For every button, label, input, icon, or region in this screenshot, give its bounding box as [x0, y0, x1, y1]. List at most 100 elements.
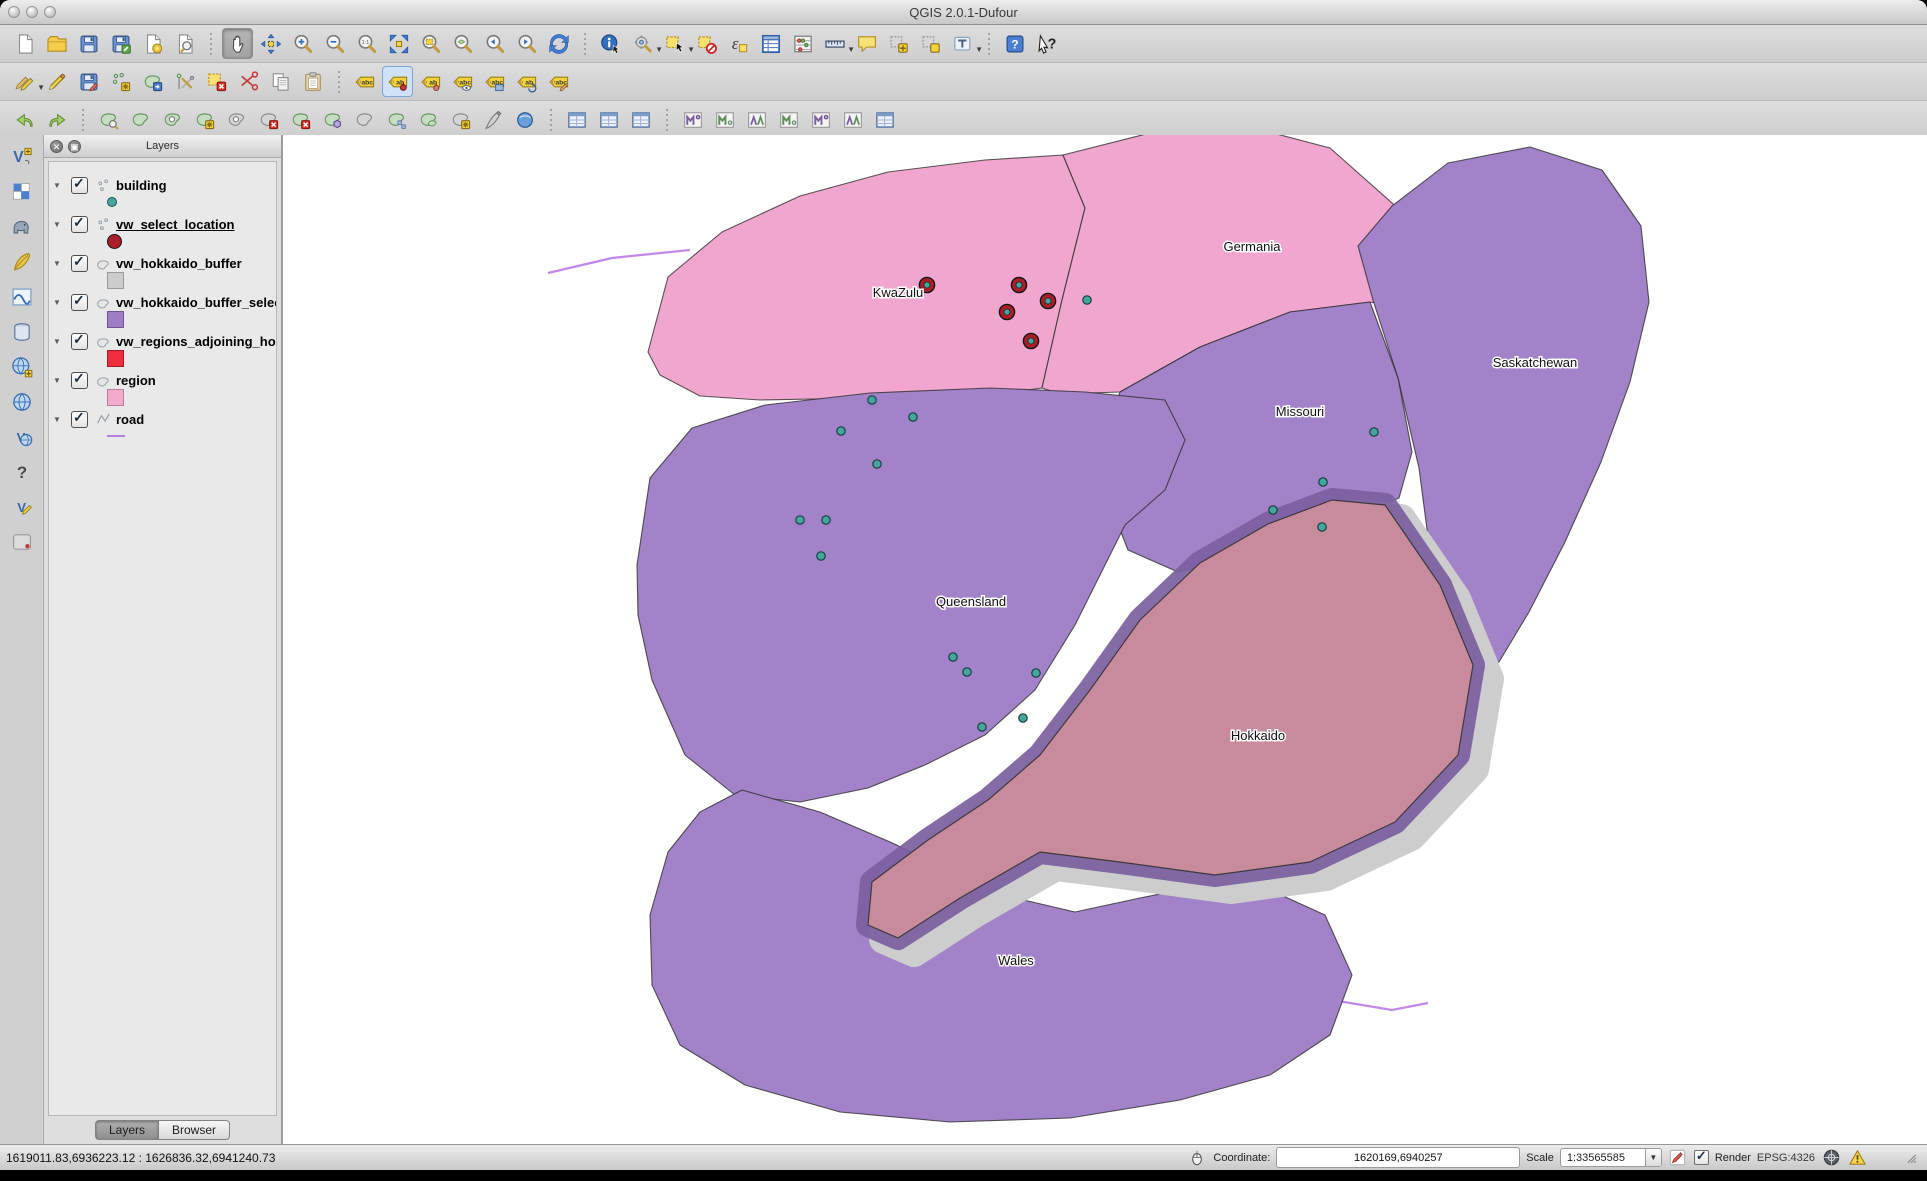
- add-wms-layer-button[interactable]: [7, 353, 37, 380]
- layer-label[interactable]: building: [116, 178, 167, 193]
- layer-label[interactable]: vw_regions_adjoining_hokkaido: [116, 334, 277, 349]
- polygon-tool-3-button[interactable]: [742, 105, 771, 134]
- layer-label[interactable]: region: [116, 373, 156, 388]
- text-annotation-button[interactable]: ▼: [948, 29, 977, 58]
- layer-item-region[interactable]: ▼region: [49, 370, 276, 390]
- delete-part-button[interactable]: [286, 105, 315, 134]
- zoom-to-layer-button[interactable]: [448, 29, 477, 58]
- redo-button[interactable]: [42, 105, 71, 134]
- tab-browser[interactable]: Browser: [158, 1120, 230, 1140]
- cut-features-button[interactable]: [234, 67, 263, 96]
- merge-features-button[interactable]: [446, 105, 475, 134]
- add-spatialite-layer-button[interactable]: [7, 248, 37, 275]
- layer-visibility-checkbox[interactable]: [71, 372, 88, 389]
- zoom-full-extent-button[interactable]: [384, 29, 413, 58]
- reshape-features-button[interactable]: [318, 105, 347, 134]
- offset-curve-button[interactable]: [350, 105, 379, 134]
- zoom-next-button[interactable]: [512, 29, 541, 58]
- layer-visibility-checkbox[interactable]: [71, 255, 88, 272]
- save-project-as-button[interactable]: [106, 29, 135, 58]
- add-feature-button[interactable]: [106, 67, 135, 96]
- coordinate-input[interactable]: [1276, 1147, 1520, 1168]
- add-wfs-layer-button[interactable]: V: [7, 423, 37, 450]
- expand-arrow-icon[interactable]: ▼: [49, 181, 65, 190]
- copy-features-button[interactable]: [266, 67, 295, 96]
- window-tool-2-button[interactable]: [594, 105, 623, 134]
- layer-label[interactable]: road: [116, 412, 144, 427]
- zoom-to-selection-button[interactable]: [416, 29, 445, 58]
- layer-visibility-checkbox[interactable]: [71, 294, 88, 311]
- statistical-summary-button[interactable]: [788, 29, 817, 58]
- move-feature-button[interactable]: [138, 67, 167, 96]
- add-part-button[interactable]: [190, 105, 219, 134]
- zoom-actual-size-button[interactable]: 1:1: [352, 29, 381, 58]
- refresh-map-button[interactable]: [544, 29, 573, 58]
- dock-tool-button[interactable]: [7, 528, 37, 555]
- save-layer-edits-button[interactable]: [74, 67, 103, 96]
- minimize-window-button[interactable]: [26, 6, 38, 18]
- map-canvas[interactable]: KwaZuluGermaniaMissouriSaskatchewanQueen…: [283, 135, 1927, 1144]
- layer-item-road[interactable]: ▼road: [49, 409, 276, 429]
- composer-manager-button[interactable]: [170, 29, 199, 58]
- titlebar[interactable]: QGIS 2.0.1-Dufour: [0, 0, 1927, 25]
- layer-item-vw_select_location[interactable]: ▼vw_select_location: [49, 214, 276, 234]
- new-project-button[interactable]: [10, 29, 39, 58]
- layer-item-vw_hokkaido_buffer[interactable]: ▼vw_hokkaido_buffer: [49, 253, 276, 273]
- panel-float-icon[interactable]: ▣: [68, 140, 81, 153]
- select-by-expression-button[interactable]: ε: [724, 29, 753, 58]
- expand-arrow-icon[interactable]: ▼: [49, 220, 65, 229]
- deselect-features-button[interactable]: [692, 29, 721, 58]
- add-wcs-layer-button[interactable]: [7, 388, 37, 415]
- polygon-tool-7-button[interactable]: [870, 105, 899, 134]
- coordinate-capture-button[interactable]: ?: [7, 458, 37, 485]
- add-vector-layer-button[interactable]: V: [7, 143, 37, 170]
- polygon-tool-5-button[interactable]: [806, 105, 835, 134]
- zoom-last-button[interactable]: [480, 29, 509, 58]
- split-features-button[interactable]: [382, 105, 411, 134]
- show-hide-labels-button[interactable]: abc: [448, 67, 477, 96]
- simplify-feature-button[interactable]: [126, 105, 155, 134]
- layer-visibility-checkbox[interactable]: [71, 411, 88, 428]
- add-postgis-layer-button[interactable]: [7, 213, 37, 240]
- layer-item-vw_regions_adjoining_hokkaido[interactable]: ▼ vw_regions_adjoining_hokkaido: [49, 331, 276, 351]
- pan-to-selection-button[interactable]: [256, 29, 285, 58]
- layer-visibility-checkbox[interactable]: [71, 333, 88, 350]
- map-tips-button[interactable]: [852, 29, 881, 58]
- mouse-position-icon[interactable]: [1187, 1148, 1207, 1168]
- scale-dropdown-icon[interactable]: ▼: [1645, 1149, 1661, 1166]
- polygon-tool-2-button[interactable]: [710, 105, 739, 134]
- panel-close-icon[interactable]: ✕: [50, 140, 63, 153]
- select-features-button[interactable]: ▼: [660, 29, 689, 58]
- polygon-tool-6-button[interactable]: [838, 105, 867, 134]
- rotate-point-symbols-button[interactable]: [510, 105, 539, 134]
- crs-status-icon[interactable]: [1821, 1148, 1841, 1168]
- add-oracle-layer-button[interactable]: [7, 318, 37, 345]
- layer-item-building[interactable]: ▼ building: [49, 175, 276, 195]
- window-tool-3-button[interactable]: [626, 105, 655, 134]
- new-bookmark-button[interactable]: [884, 29, 913, 58]
- rotate-feature-button[interactable]: [94, 105, 123, 134]
- current-edits-button[interactable]: ▼: [10, 67, 39, 96]
- polygon-tool-4-button[interactable]: [774, 105, 803, 134]
- add-ring-button[interactable]: [158, 105, 187, 134]
- expand-arrow-icon[interactable]: ▼: [49, 337, 65, 346]
- dropdown-arrow-icon[interactable]: ▼: [975, 45, 983, 54]
- move-label-button[interactable]: abc: [480, 67, 509, 96]
- layer-item-vw_hokkaido_buffer_select[interactable]: ▼vw_hokkaido_buffer_select: [49, 292, 276, 312]
- zoom-in-button[interactable]: [288, 29, 317, 58]
- pin-unpin-labels-button[interactable]: ab: [382, 66, 413, 97]
- tab-layers[interactable]: Layers: [95, 1120, 158, 1140]
- measure-button[interactable]: ▼: [820, 29, 849, 58]
- labeling-button[interactable]: abc: [350, 67, 379, 96]
- new-print-composer-button[interactable]: [138, 29, 167, 58]
- stop-render-icon[interactable]: [1668, 1148, 1688, 1168]
- highlight-pinned-labels-button[interactable]: ab: [416, 67, 445, 96]
- layer-visibility-checkbox[interactable]: [71, 216, 88, 233]
- render-checkbox[interactable]: [1694, 1150, 1709, 1165]
- help-contents-button[interactable]: ?: [1000, 29, 1029, 58]
- layer-label[interactable]: vw_hokkaido_buffer_select: [116, 295, 277, 310]
- node-tool-button[interactable]: [170, 67, 199, 96]
- resize-grip[interactable]: [1901, 1148, 1921, 1168]
- fill-ring-button[interactable]: [222, 105, 251, 134]
- layer-label[interactable]: vw_hokkaido_buffer: [116, 256, 242, 271]
